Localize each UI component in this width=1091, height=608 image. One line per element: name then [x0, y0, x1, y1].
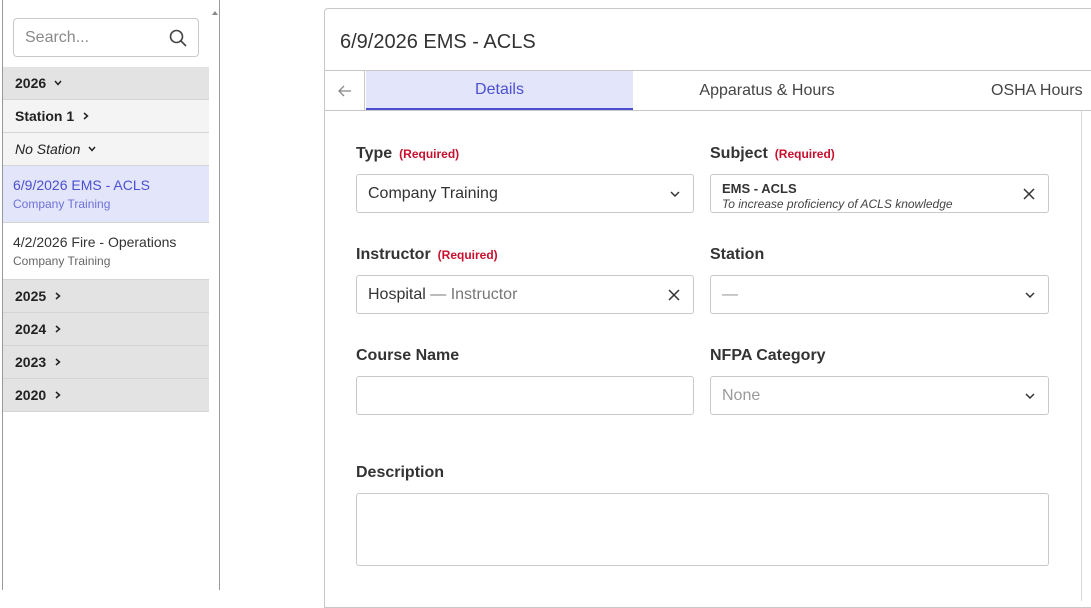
- required-indicator: (Required): [399, 147, 460, 161]
- training-entry-selected[interactable]: 6/9/2026 EMS - ACLS Company Training: [3, 166, 209, 223]
- type-value: Company Training: [368, 185, 498, 202]
- search-box: [13, 18, 199, 57]
- sidebar: 2026 Station 1 No Station 6/9/2026 EMS -…: [2, 0, 220, 590]
- instructor-name: Hospital: [368, 286, 426, 303]
- training-detail-panel: 6/9/2026 EMS - ACLS Details Apparatus & …: [324, 8, 1091, 608]
- year-row-2024[interactable]: 2024: [3, 313, 209, 346]
- station-label: Station 1: [15, 108, 75, 124]
- close-icon[interactable]: [1023, 188, 1035, 200]
- instructor-label-text: Instructor: [356, 246, 431, 263]
- instructor-label: Instructor (Required): [356, 246, 498, 264]
- back-button[interactable]: [325, 71, 365, 110]
- description-label: Description: [356, 464, 445, 481]
- required-indicator: (Required): [774, 147, 835, 161]
- chevron-right-icon: [83, 112, 89, 120]
- year-label: 2020: [15, 387, 47, 403]
- year-label: 2026: [15, 75, 47, 91]
- chevron-down-icon: [1025, 292, 1035, 299]
- required-indicator: (Required): [437, 248, 498, 262]
- training-tree: 2026 Station 1 No Station 6/9/2026 EMS -…: [3, 67, 209, 412]
- nfpa-category-select[interactable]: None: [710, 376, 1049, 415]
- year-label: 2025: [15, 288, 47, 304]
- course-name-label: Course Name: [356, 347, 460, 364]
- year-label: 2023: [15, 354, 47, 370]
- description-textarea[interactable]: [356, 493, 1049, 566]
- type-label: Type (Required): [356, 145, 459, 163]
- tab-osha-hours[interactable]: OSHA Hours: [901, 71, 1091, 110]
- station-row-no-station[interactable]: No Station: [3, 133, 209, 166]
- subject-description: To increase proficiency of ACLS knowledg…: [722, 197, 953, 211]
- chevron-right-icon: [55, 391, 61, 399]
- tab-details[interactable]: Details: [366, 71, 633, 110]
- instructor-value: Hospital — Instructor: [368, 286, 517, 304]
- tab-bar: Details Apparatus & Hours OSHA Hours: [325, 70, 1091, 111]
- station-label: No Station: [15, 141, 81, 157]
- station-select[interactable]: —: [710, 275, 1049, 314]
- type-label-text: Type: [356, 145, 393, 162]
- scrollbar-track[interactable]: [1081, 111, 1082, 601]
- subject-label-text: Subject: [710, 145, 768, 162]
- station-placeholder: —: [722, 286, 738, 303]
- year-row-2025[interactable]: 2025: [3, 280, 209, 313]
- year-row-2023[interactable]: 2023: [3, 346, 209, 379]
- chevron-down-icon: [670, 191, 680, 198]
- year-row-2020[interactable]: 2020: [3, 379, 209, 412]
- tab-apparatus-hours[interactable]: Apparatus & Hours: [633, 71, 901, 110]
- subject-value: EMS - ACLS: [722, 181, 797, 196]
- chevron-right-icon: [55, 292, 61, 300]
- station-row-station-1[interactable]: Station 1: [3, 100, 209, 133]
- entry-subtitle: Company Training: [13, 197, 111, 211]
- scroll-up-arrow-icon[interactable]: [212, 10, 218, 16]
- chevron-right-icon: [55, 358, 61, 366]
- year-row-2026[interactable]: 2026: [3, 67, 209, 100]
- training-entry[interactable]: 4/2/2026 Fire - Operations Company Train…: [3, 223, 209, 280]
- search-input[interactable]: [14, 19, 164, 56]
- instructor-role: — Instructor: [430, 286, 518, 303]
- subject-select[interactable]: EMS - ACLS To increase proficiency of AC…: [710, 174, 1049, 213]
- close-icon[interactable]: [668, 289, 680, 301]
- nfpa-category-value: None: [722, 387, 761, 404]
- course-name-input[interactable]: [356, 376, 694, 415]
- search-icon[interactable]: [169, 29, 187, 47]
- station-label: Station: [710, 246, 765, 263]
- chevron-down-icon: [54, 80, 62, 86]
- year-label: 2024: [15, 321, 47, 337]
- chevron-down-icon: [88, 146, 96, 152]
- nfpa-category-label: NFPA Category: [710, 347, 826, 364]
- entry-title: 4/2/2026 Fire - Operations: [13, 234, 177, 250]
- subject-label: Subject (Required): [710, 145, 835, 163]
- type-select[interactable]: Company Training: [356, 174, 694, 213]
- entry-title: 6/9/2026 EMS - ACLS: [13, 177, 150, 193]
- page-title: 6/9/2026 EMS - ACLS: [340, 31, 536, 53]
- entry-subtitle: Company Training: [13, 254, 111, 268]
- arrow-left-icon: [337, 85, 351, 96]
- chevron-down-icon: [1025, 393, 1035, 400]
- instructor-select[interactable]: Hospital — Instructor: [356, 275, 694, 314]
- chevron-right-icon: [55, 325, 61, 333]
